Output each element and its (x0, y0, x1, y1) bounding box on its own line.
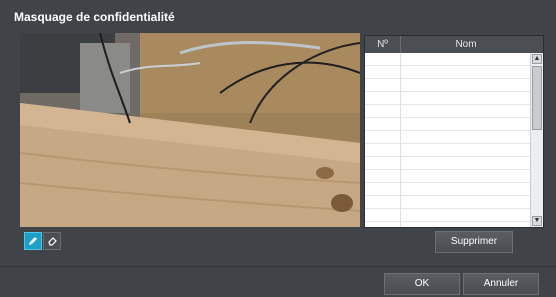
empty-row (365, 170, 531, 183)
empty-row (365, 118, 531, 131)
erase-mask-button[interactable] (43, 232, 61, 250)
empty-row (365, 157, 531, 170)
empty-row (365, 131, 531, 144)
footer-divider (0, 266, 556, 267)
privacy-mask-dialog: Masquage de confidentialité Nº Nom ▲ ▼ S… (0, 0, 556, 297)
scroll-down-icon[interactable]: ▼ (532, 216, 542, 226)
empty-row (365, 196, 531, 209)
column-divider (400, 53, 401, 227)
camera-image (20, 33, 360, 227)
empty-row (365, 144, 531, 157)
empty-row (365, 66, 531, 79)
list-rows (365, 53, 531, 227)
column-number-header[interactable]: Nº (365, 36, 401, 53)
empty-row (365, 183, 531, 196)
empty-row (365, 53, 531, 66)
dialog-title: Masquage de confidentialité (14, 10, 175, 24)
scroll-thumb[interactable] (532, 66, 542, 130)
draw-mask-button[interactable] (24, 232, 42, 250)
list-header: Nº Nom (365, 36, 543, 53)
pencil-icon (29, 237, 37, 245)
empty-row (365, 92, 531, 105)
list-scrollbar[interactable]: ▲ ▼ (530, 53, 543, 227)
cancel-button[interactable]: Annuler (463, 273, 539, 295)
empty-row (365, 79, 531, 92)
column-name-header[interactable]: Nom (401, 36, 531, 53)
scroll-up-icon[interactable]: ▲ (532, 54, 542, 64)
empty-row (365, 105, 531, 118)
mask-list[interactable]: Nº Nom ▲ ▼ (364, 35, 544, 228)
empty-row (365, 209, 531, 222)
camera-preview[interactable] (20, 33, 360, 227)
delete-button[interactable]: Supprimer (435, 231, 513, 253)
ok-button[interactable]: OK (384, 273, 460, 295)
eraser-icon (48, 237, 57, 246)
